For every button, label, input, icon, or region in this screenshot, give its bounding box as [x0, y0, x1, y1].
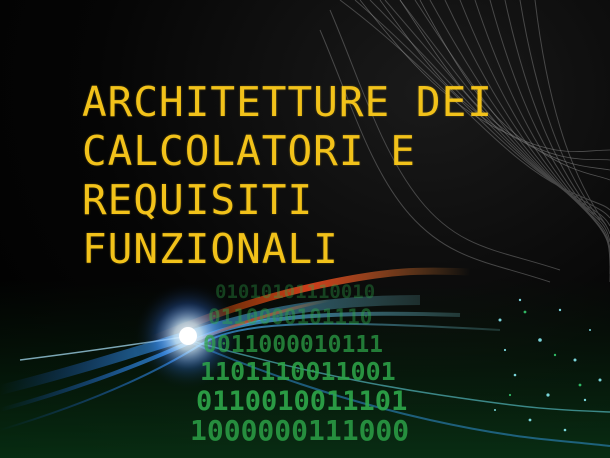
binary-row: 01010101110010: [215, 281, 375, 303]
cover-title-line-1: ARCHITETTURE DEI: [82, 78, 493, 126]
cover-title: ARCHITETTURE DEI CALCOLATORI E REQUISITI…: [82, 78, 602, 274]
binary-row: 1101110011001: [200, 357, 396, 386]
cover-title-line-2: CALCOLATORI E: [82, 127, 416, 175]
cover-title-line-4: FUNZIONALI: [82, 225, 339, 273]
binary-row: 0110010011101: [196, 386, 407, 417]
book-cover: 01010101110010 0110000101110 0011000010111…: [0, 0, 610, 458]
cover-title-line-3: REQUISITI: [82, 176, 314, 224]
binary-row: 0011000010111: [203, 332, 383, 358]
binary-row: 1000000111000: [190, 414, 409, 447]
binary-row: 0110000101110: [208, 305, 372, 329]
